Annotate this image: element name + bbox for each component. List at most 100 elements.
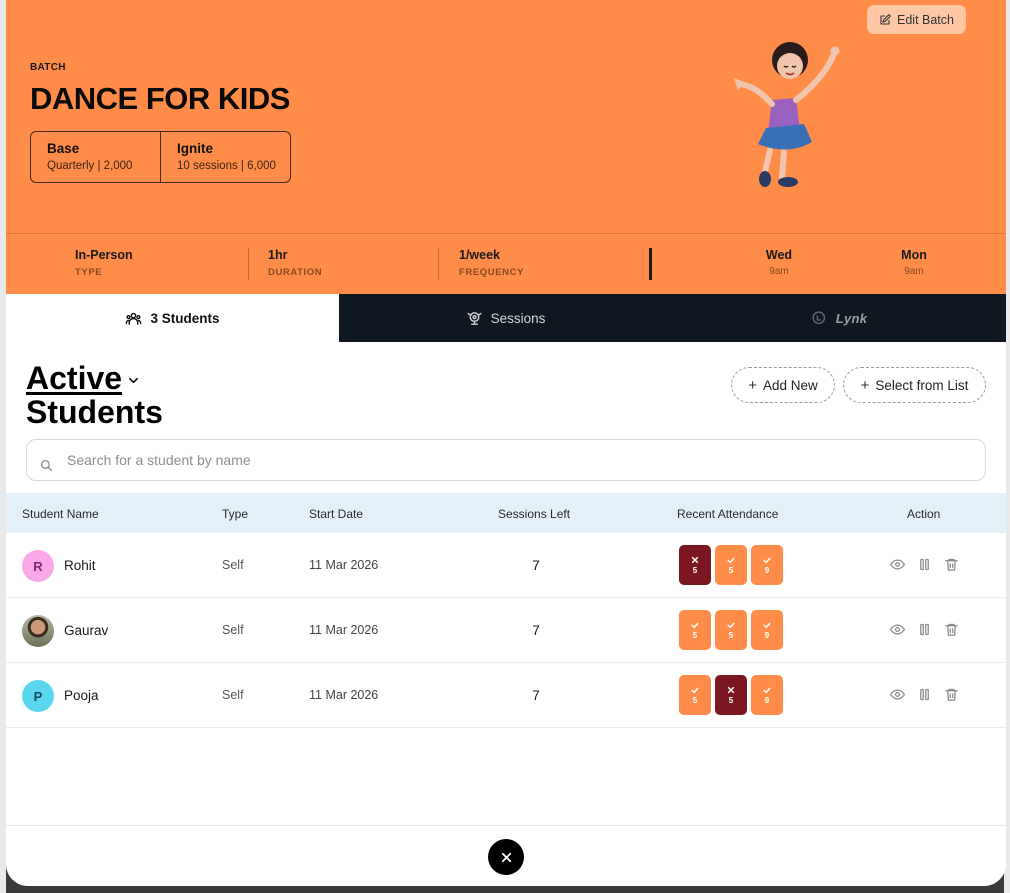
tab-bar: 3 Students Sessions Lynk <box>6 294 1006 342</box>
start-date: 11 Mar 2026 <box>309 688 379 702</box>
attendance-count: 9 <box>764 630 770 640</box>
sessions-left: 7 <box>532 623 540 638</box>
attendance-chip-present[interactable]: 9 <box>751 545 783 585</box>
edit-batch-button[interactable]: Edit Batch <box>867 5 966 34</box>
section-title: Active Students <box>26 360 163 431</box>
plan-detail: 10 sessions | 6,000 <box>177 160 276 172</box>
row-actions <box>890 557 959 572</box>
eye-icon[interactable] <box>890 687 905 702</box>
schedule-day: Wed <box>765 248 793 262</box>
check-icon <box>763 622 771 628</box>
add-new-button[interactable]: + Add New <box>731 367 835 403</box>
student-name: Rohit <box>64 558 96 573</box>
lynk-logo-icon <box>812 310 825 324</box>
attendance-chip-absent[interactable]: 5 <box>715 675 747 715</box>
attendance-count: 5 <box>692 630 698 640</box>
attendance-chip-present[interactable]: 5 <box>715 545 747 585</box>
cross-icon <box>727 686 735 693</box>
close-button[interactable] <box>488 839 524 875</box>
schedule-day-mon: Mon 9am <box>894 248 934 277</box>
attendance-count: 5 <box>692 565 698 575</box>
avatar: R <box>22 550 54 582</box>
attendance-count: 5 <box>692 695 698 705</box>
check-icon <box>763 557 771 563</box>
info-frequency: 1/week FREQUENCY <box>459 248 524 278</box>
sessions-left: 7 <box>532 688 540 703</box>
pause-icon[interactable] <box>917 557 932 572</box>
table-row[interactable]: R Rohit Self 11 Mar 2026 7 5 5 9 <box>6 533 1006 598</box>
chevron-down-icon[interactable] <box>128 367 139 391</box>
attendance-count: 5 <box>728 565 734 575</box>
select-from-list-button[interactable]: + Select from List <box>843 367 986 403</box>
attendance-count: 5 <box>728 630 734 640</box>
attendance-chip-present[interactable]: 9 <box>751 610 783 650</box>
attendance-chip-present[interactable]: 9 <box>751 675 783 715</box>
group-icon <box>126 312 142 325</box>
table-row[interactable]: Gaurav Self 11 Mar 2026 7 5 5 9 <box>6 598 1006 663</box>
schedule-time: 9am <box>904 266 924 277</box>
avatar <box>22 615 54 647</box>
plus-icon: + <box>748 376 757 394</box>
trash-icon[interactable] <box>944 557 959 572</box>
avatar: P <box>22 680 54 712</box>
info-type: In-Person TYPE <box>75 248 133 278</box>
check-icon <box>727 557 735 563</box>
check-icon <box>691 687 699 693</box>
attendance-chip-present[interactable]: 5 <box>715 610 747 650</box>
batch-modal: Edit Batch BATCH DANCE FOR KIDS Base Qua… <box>6 0 1006 886</box>
info-label: TYPE <box>75 267 103 278</box>
start-date: 11 Mar 2026 <box>309 558 379 572</box>
tab-lynk[interactable]: Lynk <box>672 294 1006 342</box>
column-header: Start Date <box>309 507 364 521</box>
row-actions <box>890 687 959 702</box>
info-duration: 1hr DURATION <box>268 248 322 278</box>
tab-sessions-label: Sessions <box>490 310 546 326</box>
plan-name: Ignite <box>177 141 213 156</box>
plus-icon: + <box>860 376 870 394</box>
divider <box>248 248 249 280</box>
plan-detail: Quarterly | 2,000 <box>47 160 133 172</box>
attendance-count: 9 <box>764 565 770 575</box>
recent-attendance: 5 5 9 <box>679 675 783 715</box>
eye-icon[interactable] <box>890 622 905 637</box>
eye-icon[interactable] <box>890 557 905 572</box>
table-header: Student Name Type Start Date Sessions Le… <box>6 493 1006 533</box>
attendance-chip-present[interactable]: 5 <box>679 675 711 715</box>
trash-icon[interactable] <box>944 622 959 637</box>
plan-card-base: Base Quarterly | 2,000 <box>31 132 160 182</box>
select-from-list-label: Select from List <box>875 377 969 393</box>
student-type: Self <box>222 688 244 702</box>
table-row[interactable]: P Pooja Self 11 Mar 2026 7 5 5 9 <box>6 663 1006 728</box>
trash-icon[interactable] <box>944 687 959 702</box>
row-actions <box>890 622 959 637</box>
plan-name: Base <box>47 141 80 156</box>
tab-sessions[interactable]: Sessions <box>339 294 672 342</box>
pause-icon[interactable] <box>917 687 932 702</box>
status-dropdown[interactable]: Active <box>26 360 163 397</box>
student-name: Gaurav <box>64 623 109 638</box>
search-bar <box>26 439 986 481</box>
plan-card-ignite: Ignite 10 sessions | 6,000 <box>160 132 290 182</box>
student-name: Pooja <box>64 688 99 703</box>
tab-lynk-label: Lynk <box>835 310 868 326</box>
attendance-chip-absent[interactable]: 5 <box>679 545 711 585</box>
column-header: Type <box>222 507 249 521</box>
check-icon <box>727 622 735 628</box>
column-header: Student Name <box>22 507 99 521</box>
batch-info-bar: In-Person TYPE 1hr DURATION 1/week FREQU… <box>6 233 1006 294</box>
attendance-chip-present[interactable]: 5 <box>679 610 711 650</box>
tab-students[interactable]: 3 Students <box>6 294 339 342</box>
attendance-count: 5 <box>728 695 734 705</box>
divider <box>649 248 652 280</box>
add-new-label: Add New <box>762 377 818 393</box>
pause-icon[interactable] <box>917 622 932 637</box>
schedule-day: Mon <box>901 248 927 262</box>
search-input[interactable] <box>67 440 967 480</box>
column-header: Action <box>907 507 941 521</box>
column-header: Recent Attendance <box>677 507 779 521</box>
student-type: Self <box>222 558 244 572</box>
modal-footer <box>6 825 1006 886</box>
info-label: DURATION <box>268 267 323 278</box>
edit-batch-label: Edit Batch <box>897 12 954 27</box>
status-value[interactable]: Active <box>26 360 122 397</box>
